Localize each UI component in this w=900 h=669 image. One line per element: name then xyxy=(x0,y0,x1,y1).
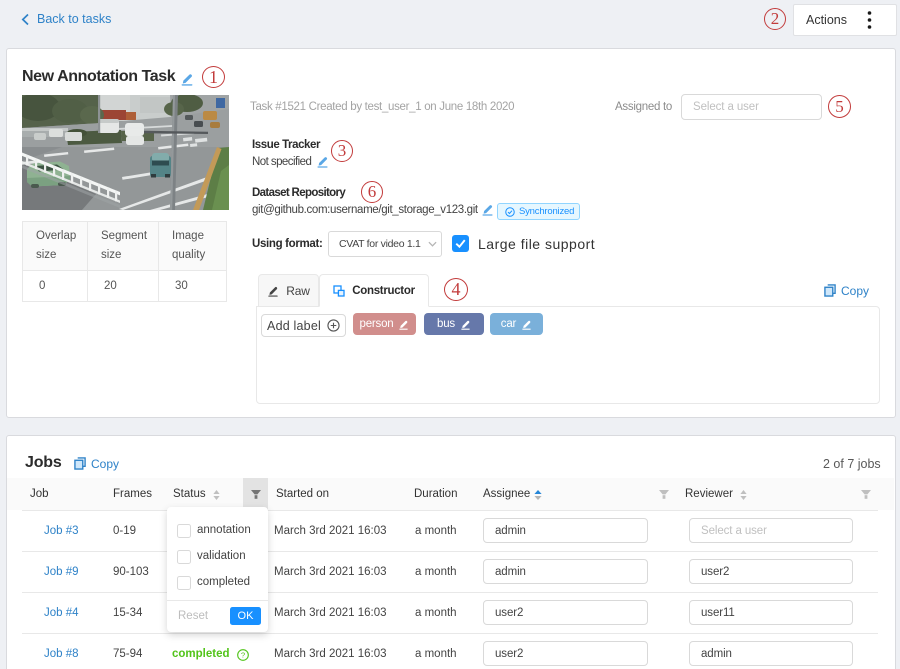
svg-text:?: ? xyxy=(241,651,245,660)
